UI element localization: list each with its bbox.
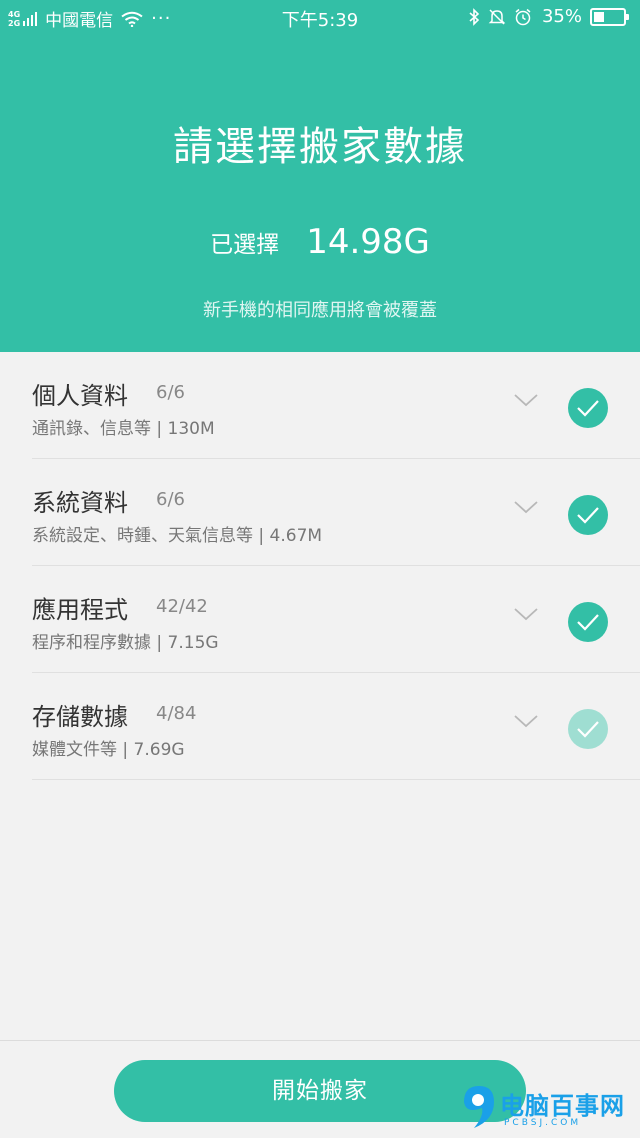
item-count: 6/6 — [156, 489, 185, 510]
checkbox-partial-icon[interactable] — [568, 709, 608, 749]
selected-summary: 已選擇 14.98G — [0, 222, 640, 262]
selected-label: 已選擇 — [210, 232, 280, 258]
header: 4G 2G 中國電信 ··· 下午5:39 35% 請選擇搬家數據 已選擇 14… — [0, 0, 640, 352]
item-description: 媒體文件等 | 7.69G — [32, 740, 185, 760]
battery-icon — [590, 7, 629, 26]
item-count: 42/42 — [156, 596, 208, 617]
list-item-storage-data[interactable]: 存儲數據 4/84 媒體文件等 | 7.69G — [32, 673, 640, 780]
chevron-down-icon[interactable] — [514, 606, 538, 622]
item-title: 應用程式 — [32, 596, 128, 624]
watermark-logo-icon — [464, 1086, 494, 1128]
overwrite-warning: 新手機的相同應用將會被覆蓋 — [203, 300, 437, 321]
item-description: 程序和程序數據 | 7.15G — [32, 633, 219, 653]
chevron-down-icon[interactable] — [514, 499, 538, 515]
selected-size: 14.98G — [306, 222, 430, 262]
checkbox-checked-icon[interactable] — [568, 388, 608, 428]
battery-percent: 35% — [541, 6, 582, 27]
status-right: 35% — [460, 6, 629, 27]
list-item-system-data[interactable]: 系統資料 6/6 系統設定、時鍾、天氣信息等 | 4.67M — [32, 459, 640, 566]
item-description: 通訊錄、信息等 | 130M — [32, 419, 215, 439]
alarm-icon — [514, 8, 532, 26]
status-bar: 4G 2G 中國電信 ··· 下午5:39 35% — [0, 0, 640, 34]
watermark: 电脑百事网 PCBSJ.COM — [456, 1080, 640, 1136]
app-screen: 4G 2G 中國電信 ··· 下午5:39 35% 請選擇搬家數據 已選擇 14… — [0, 0, 640, 1138]
checkbox-checked-icon[interactable] — [568, 495, 608, 535]
item-title: 個人資料 — [32, 382, 128, 410]
item-count: 6/6 — [156, 382, 185, 403]
data-category-list: 個人資料 6/6 通訊錄、信息等 | 130M 系統資料 6/6 系統設定、時鍾… — [0, 352, 640, 780]
item-title: 系統資料 — [32, 489, 128, 517]
list-item-applications[interactable]: 應用程式 42/42 程序和程序數據 | 7.15G — [32, 566, 640, 673]
item-title: 存儲數據 — [32, 703, 128, 731]
checkbox-checked-icon[interactable] — [568, 602, 608, 642]
bell-muted-icon — [488, 8, 506, 26]
item-description: 系統設定、時鍾、天氣信息等 | 4.67M — [32, 526, 323, 546]
watermark-text: 电脑百事网 — [500, 1092, 625, 1120]
bluetooth-icon — [468, 7, 480, 26]
list-item-personal-data[interactable]: 個人資料 6/6 通訊錄、信息等 | 130M — [32, 352, 640, 459]
battery-fill — [594, 11, 604, 22]
item-count: 4/84 — [156, 703, 197, 724]
watermark-url: PCBSJ.COM — [504, 1118, 582, 1128]
chevron-down-icon[interactable] — [514, 713, 538, 729]
page-title: 請選擇搬家數據 — [173, 124, 467, 170]
chevron-down-icon[interactable] — [514, 392, 538, 408]
